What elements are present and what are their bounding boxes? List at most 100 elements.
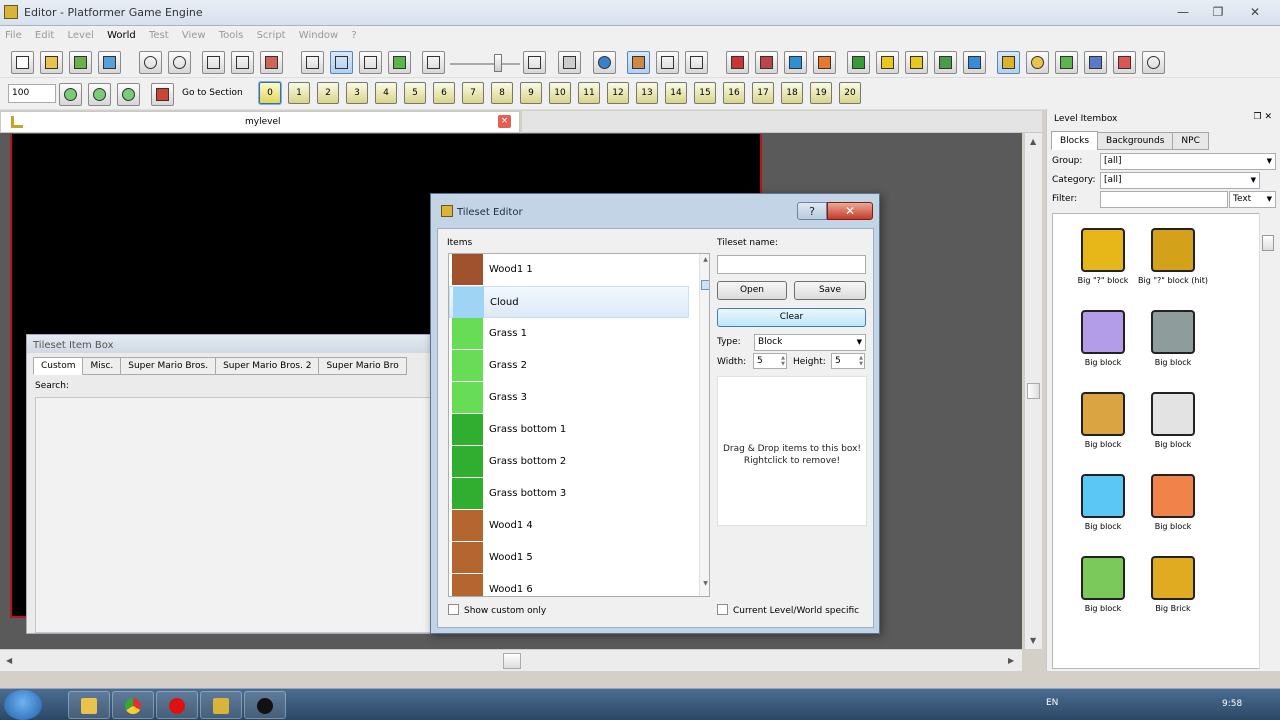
show-custom-only-checkbox[interactable]: Show custom only [448,604,546,616]
cut-button[interactable] [231,51,254,74]
layers-button[interactable] [685,51,708,74]
filter-input[interactable] [1100,191,1228,208]
paste-button[interactable] [260,51,283,74]
language-indicator[interactable]: EN [1046,698,1058,708]
blocks-tool-button[interactable] [726,51,749,74]
section-19-button[interactable]: 19 [810,82,832,104]
close-dialog-button[interactable]: ✕ [827,202,873,220]
export-button[interactable] [98,51,121,74]
minimize-button[interactable]: — [1168,3,1198,22]
grid-button[interactable] [523,51,546,74]
panel-window-buttons[interactable]: ❐ ✕ [1254,112,1272,122]
open-button[interactable]: Open [717,281,787,300]
tab-custom[interactable]: Custom [33,357,84,375]
menu-window[interactable]: Window [294,26,343,45]
menu-view[interactable]: View [177,26,211,45]
section-6-button[interactable]: 6 [433,82,455,104]
horizontal-scrollbar[interactable]: ◀ ▶ [0,649,1022,671]
open-file-button[interactable] [40,51,63,74]
section-2-button[interactable]: 2 [317,82,339,104]
section-3-button[interactable]: 3 [346,82,368,104]
scroll-up-icon[interactable]: ▲ [700,256,709,270]
block-item[interactable]: Big block [1068,310,1138,368]
zoom-in-button[interactable] [59,83,82,106]
refresh-button[interactable] [593,51,616,74]
block-item[interactable]: Big "?" block [1068,228,1138,286]
search-button[interactable] [1142,51,1165,74]
tileset-list-item[interactable]: Wood1 6 [449,574,689,596]
tileset-list-item[interactable]: Grass 2 [449,350,689,382]
filter-mode-select[interactable]: Text ▼ [1229,191,1276,208]
start-button[interactable] [4,690,42,720]
section-20-button[interactable]: 20 [839,82,861,104]
warps-tool-button[interactable] [813,51,836,74]
group-select[interactable]: [all] ▼ [1100,153,1276,170]
zoom-input[interactable]: 100 [8,84,56,103]
tileset-name-input[interactable] [717,255,866,274]
tab-npc[interactable]: NPC [1172,132,1209,150]
help-button[interactable]: ? [797,202,827,220]
tileset-list-item[interactable]: Grass 1 [449,318,689,350]
section-5-button[interactable]: 5 [404,82,426,104]
block-item[interactable]: Big block [1068,556,1138,614]
close-tab-button[interactable]: × [498,115,511,128]
clear-button[interactable]: Clear [717,308,866,327]
items-scrollbar[interactable]: ▲ ▼ [699,254,709,596]
menu-test[interactable]: Test [144,26,174,45]
type-select[interactable]: Block ▼ [754,334,866,351]
section-15-button[interactable]: 15 [694,82,716,104]
tileset-list-item[interactable]: Wood1 4 [449,510,689,542]
world-paths-button[interactable] [905,51,928,74]
zoom-out-button[interactable] [117,83,140,106]
menu-level[interactable]: Level [62,26,98,45]
bgo-tool-button[interactable] [755,51,778,74]
height-spinbox[interactable]: 5 ▲ ▼ [831,353,865,369]
tab-blocks[interactable]: Blocks [1051,131,1099,150]
events-button[interactable] [1055,51,1078,74]
section-10-button[interactable]: 10 [549,82,571,104]
tab-backgrounds[interactable]: Backgrounds [1097,132,1174,150]
taskbar-opera[interactable] [156,691,198,719]
tiles-button[interactable] [558,51,581,74]
tileset-item-pane[interactable] [35,397,433,633]
zoom-reset-button[interactable] [88,83,111,106]
section-11-button[interactable]: 11 [578,82,600,104]
section-7-button[interactable]: 7 [462,82,484,104]
section-13-button[interactable]: 13 [636,82,658,104]
test-level-button[interactable] [627,51,650,74]
taskbar-editor[interactable] [200,691,242,719]
tileset-drop-area[interactable]: Drag & Drop items to this box! Rightclick… [717,376,867,526]
world-music-button[interactable] [963,51,986,74]
new-file-button[interactable] [11,51,34,74]
tab-smb3[interactable]: Super Mario Bro [318,357,407,375]
npc-tool-button[interactable] [784,51,807,74]
tileset-list-item[interactable]: Grass bottom 2 [449,446,689,478]
width-spinbox[interactable]: 5 ▲ ▼ [753,353,787,369]
select-only-button[interactable] [359,51,382,74]
section-16-button[interactable]: 16 [723,82,745,104]
horizontal-scroll-thumb[interactable] [503,653,521,669]
level-props-button[interactable] [997,51,1020,74]
menu-world[interactable]: World [102,26,141,45]
section-12-button[interactable]: 12 [607,82,629,104]
block-item[interactable]: Big block [1138,392,1208,450]
section-9-button[interactable]: 9 [520,82,542,104]
items-list[interactable]: Wood1 1 Cloud Grass 1 Grass 2 Grass 3 Grass b… [448,253,710,597]
section-props-button[interactable] [1026,51,1049,74]
world-tiles-button[interactable] [847,51,870,74]
music-button[interactable] [422,51,445,74]
save-button[interactable] [69,51,92,74]
taskbar-chrome[interactable] [112,691,154,719]
tab-smb[interactable]: Super Mario Bros. [120,357,217,375]
section-18-button[interactable]: 18 [781,82,803,104]
vertical-scrollbar[interactable]: ▲ ▼ [1024,133,1042,649]
menu-edit[interactable]: Edit [30,26,59,45]
block-item[interactable]: Big Brick [1138,556,1208,614]
block-item[interactable]: Big block [1138,310,1208,368]
eraser-button[interactable] [301,51,324,74]
tab-misc[interactable]: Misc. [82,357,122,375]
section-17-button[interactable]: 17 [752,82,774,104]
block-item[interactable]: Big block [1068,392,1138,450]
tileset-list-item[interactable]: Grass bottom 1 [449,414,689,446]
tileset-list-item[interactable]: Wood1 1 [449,254,689,286]
